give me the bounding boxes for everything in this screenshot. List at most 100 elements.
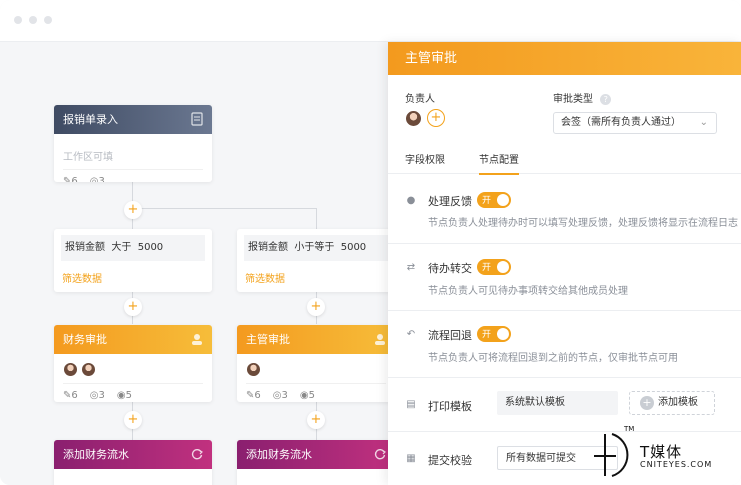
stat-edit: 6: [254, 390, 261, 401]
condition-field: 报销金额: [65, 242, 105, 253]
form-icon: [191, 112, 203, 126]
add-owner-button[interactable]: +: [427, 109, 445, 127]
add-node-button[interactable]: +: [307, 411, 325, 429]
help-icon[interactable]: ?: [600, 94, 612, 105]
window-dot-minimize[interactable]: [29, 16, 37, 24]
condition-rule: 报销金额 小于等于 5000: [244, 235, 388, 261]
entry-node-title: 报销单录入: [63, 113, 118, 126]
condition-operator: 大于: [111, 242, 132, 253]
manager-approval-node[interactable]: 主管审批 ✎6 ◎3 ◉5: [237, 325, 395, 402]
approval-type-label: 审批类型 ?: [553, 90, 612, 105]
add-finance-flow-node[interactable]: 添加财务流水: [237, 440, 395, 485]
stat-eye: 5: [125, 390, 132, 401]
entry-node-header: 报销单录入: [54, 105, 212, 134]
add-node-button[interactable]: +: [124, 411, 142, 429]
trademark-text: TM: [624, 425, 635, 433]
divider: [388, 377, 741, 378]
approval-type-select[interactable]: 会签（需所有负责人通过） ⌄: [553, 112, 717, 134]
add-node-button[interactable]: +: [307, 298, 325, 316]
finance-node-title: 财务审批: [63, 333, 107, 346]
toggle-on-text: 开: [482, 196, 492, 206]
flow-node-title: 添加财务流水: [246, 448, 312, 461]
entry-node-stats: ✎6 ◎3: [63, 170, 203, 182]
stat-edit: 6: [71, 176, 78, 182]
finance-node-header: 财务审批: [54, 325, 212, 354]
view-icon: ◎: [89, 176, 99, 182]
transfer-toggle[interactable]: 开: [477, 259, 511, 275]
user-icon: [192, 334, 202, 345]
feedback-toggle[interactable]: 开: [477, 192, 511, 208]
add-finance-flow-node[interactable]: 添加财务流水: [54, 440, 212, 485]
refresh-icon: [374, 449, 386, 460]
window-dot-maximize[interactable]: [44, 16, 52, 24]
stat-view: 3: [98, 390, 105, 401]
add-template-button[interactable]: + 添加模板: [629, 391, 715, 415]
manager-node-title: 主管审批: [246, 333, 290, 346]
divider: [388, 243, 741, 244]
undo-icon: ↶: [406, 329, 416, 340]
view-icon: ◎: [89, 390, 99, 401]
condition-value: 5000: [137, 242, 164, 253]
eye-icon: ◉: [299, 390, 309, 401]
avatar: [246, 362, 261, 377]
condition-operator: 小于等于: [294, 242, 335, 253]
approver-avatars: [63, 360, 203, 384]
feedback-desc: 节点负责人处理待办时可以填写处理反馈，处理反馈将显示在流程日志: [428, 218, 738, 229]
divider: [388, 310, 741, 311]
owner-avatar[interactable]: [405, 110, 422, 127]
approval-type-text: 审批类型: [553, 94, 593, 105]
transfer-title: 待办转交: [428, 262, 472, 275]
node-config-panel: 主管审批 负责人 + 审批类型 ? 会签（需所有负责人通过） ⌄ 字段权限 节点…: [388, 42, 741, 485]
stat-view: 3: [98, 176, 105, 182]
add-template-label: 添加模板: [658, 397, 698, 408]
watermark-sub: CNITEYES.COM: [640, 460, 713, 469]
connector: [132, 208, 316, 209]
printer-icon: ▤: [406, 399, 416, 410]
transfer-desc: 节点负责人可见待办事项转交给其他成员处理: [428, 286, 628, 297]
avatar: [63, 362, 78, 377]
chevron-down-icon: ⌄: [699, 117, 708, 128]
finance-node-stats: ✎6 ◎3 ◉5: [63, 384, 203, 401]
plus-circle-icon: +: [640, 396, 654, 410]
flow-node-header: 添加财务流水: [237, 440, 395, 469]
stat-view: 3: [281, 390, 288, 401]
toggle-on-text: 开: [482, 330, 492, 340]
print-template-field[interactable]: 系统默认模板: [497, 391, 618, 415]
condition-node-left[interactable]: 报销金额 大于 5000 筛选数据: [54, 229, 212, 292]
filter-data-link[interactable]: 筛选数据: [54, 261, 212, 294]
eye-icon: ◉: [116, 390, 126, 401]
approval-type-value: 会签（需所有负责人通过）: [561, 117, 681, 128]
rollback-title: 流程回退: [428, 329, 472, 342]
transfer-icon: ⇄: [406, 262, 416, 273]
add-node-button[interactable]: +: [124, 298, 142, 316]
rollback-desc: 节点负责人可将流程回退到之前的节点，仅审批节点可用: [428, 353, 678, 364]
owner-label: 负责人: [405, 94, 435, 105]
submit-title: 提交校验: [428, 454, 472, 467]
rollback-toggle[interactable]: 开: [477, 326, 511, 342]
manager-node-stats: ✎6 ◎3 ◉5: [246, 384, 386, 401]
flow-node-header: 添加财务流水: [54, 440, 212, 469]
stat-eye: 5: [308, 390, 315, 401]
print-title: 打印模板: [428, 400, 472, 413]
app-window: 报销单录入 工作区可填 ✎6 ◎3 + 报销金额 大于 5000 筛选数据 报销…: [0, 0, 741, 485]
condition-value: 5000: [340, 242, 367, 253]
entry-node-placeholder: 工作区可填: [63, 140, 203, 170]
database-check-icon: ▦: [406, 453, 416, 464]
connector: [316, 208, 317, 229]
entry-node[interactable]: 报销单录入 工作区可填 ✎6 ◎3: [54, 105, 212, 182]
window-dot-close[interactable]: [14, 16, 22, 24]
approver-avatars: [246, 360, 386, 384]
tab-field-permissions[interactable]: 字段权限: [405, 151, 445, 166]
condition-rule: 报销金额 大于 5000: [61, 235, 205, 261]
comment-icon: ●: [406, 195, 416, 206]
watermark-logo: TM T媒体 CNITEYES.COM: [590, 425, 740, 480]
filter-data-link[interactable]: 筛选数据: [237, 261, 395, 294]
add-node-button[interactable]: +: [124, 201, 142, 219]
condition-field: 报销金额: [248, 242, 288, 253]
finance-approval-node[interactable]: 财务审批 ✎6 ◎3 ◉5: [54, 325, 212, 402]
refresh-icon: [191, 449, 203, 460]
condition-node-right[interactable]: 报销金额 小于等于 5000 筛选数据: [237, 229, 395, 292]
panel-title: 主管审批: [388, 42, 741, 75]
manager-node-header: 主管审批: [237, 325, 395, 354]
tab-node-config[interactable]: 节点配置: [479, 151, 519, 175]
